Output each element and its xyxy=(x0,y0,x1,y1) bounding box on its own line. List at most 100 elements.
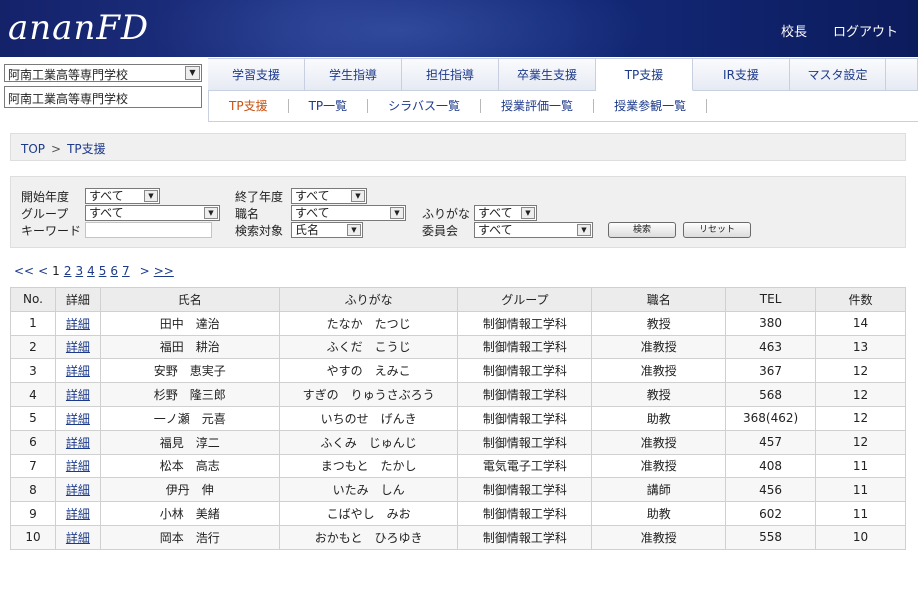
chevron-down-icon: ▼ xyxy=(521,207,535,219)
cell-position: 准教授 xyxy=(591,524,727,550)
cell-detail: 詳細 xyxy=(54,334,101,360)
cell-group: 制御情報工学科 xyxy=(457,334,593,360)
detail-link[interactable]: 詳細 xyxy=(66,340,90,354)
cell-tel: 568 xyxy=(725,382,817,407)
chevron-down-icon: ▼ xyxy=(390,207,404,219)
search-target-label: 検索対象 xyxy=(235,224,284,238)
cell-position: 教授 xyxy=(591,310,727,336)
breadcrumb-top[interactable]: TOP xyxy=(21,142,45,156)
school-select-value: 阿南工業高等専門学校 xyxy=(8,68,129,82)
column-header-count: 件数 xyxy=(815,287,906,312)
group-select[interactable]: すべて ▼ xyxy=(85,205,220,221)
tab-ir-support[interactable]: IR支援 xyxy=(693,59,790,91)
start-year-label: 開始年度 xyxy=(21,190,70,204)
staff-table: No. 詳細 氏名 ふりがな グループ 職名 TEL 件数 1 詳細 田中 達治 たな… xyxy=(10,287,906,550)
committee-select[interactable]: すべて ▼ xyxy=(474,222,593,238)
cell-no: 1 xyxy=(10,310,56,336)
cell-tel: 457 xyxy=(725,429,817,455)
position-select[interactable]: すべて ▼ xyxy=(291,205,406,221)
cell-detail: 詳細 xyxy=(54,524,101,550)
breadcrumb-current[interactable]: TP支援 xyxy=(67,142,106,156)
furigana-label: ふりがな xyxy=(422,207,471,221)
pager-first[interactable]: << xyxy=(14,264,34,278)
cell-tel: 558 xyxy=(725,524,817,550)
pager-page[interactable]: 6 xyxy=(110,264,118,278)
group-label: グループ xyxy=(21,207,69,221)
start-year-select[interactable]: すべて ▼ xyxy=(85,188,160,204)
sub-navigation: TP支援 TP一覧 シラバス一覧 授業評価一覧 授業参観一覧 xyxy=(208,90,918,122)
subnav-syllabus-list[interactable]: シラバス一覧 xyxy=(368,98,482,113)
cell-no: 9 xyxy=(10,501,56,526)
cell-detail: 詳細 xyxy=(54,429,101,455)
header-links: 校長 ログアウト xyxy=(781,21,898,40)
position-value: すべて xyxy=(295,206,330,220)
tab-learning-support[interactable]: 学習支援 xyxy=(208,59,305,91)
detail-link[interactable]: 詳細 xyxy=(66,459,90,473)
cell-tel: 368(462) xyxy=(725,405,817,431)
cell-detail: 詳細 xyxy=(54,477,101,503)
cell-furigana: おかもと ひろゆき xyxy=(278,524,459,550)
cell-name: 伊丹 伸 xyxy=(99,477,280,503)
end-year-select[interactable]: すべて ▼ xyxy=(291,188,367,204)
search-button[interactable]: 検索 xyxy=(608,222,676,238)
detail-link[interactable]: 詳細 xyxy=(66,531,90,545)
search-target-value: 氏名 xyxy=(295,223,320,237)
cell-detail: 詳細 xyxy=(54,310,101,336)
subnav-tp-support[interactable]: TP支援 xyxy=(209,98,289,113)
pager-next[interactable]: > xyxy=(140,264,150,278)
cell-position: 准教授 xyxy=(591,453,727,479)
cell-position: 准教授 xyxy=(591,429,727,455)
cell-name: 小林 美緒 xyxy=(99,501,280,526)
subnav-class-observation-list[interactable]: 授業参観一覧 xyxy=(594,98,708,113)
subnav-tp-list[interactable]: TP一覧 xyxy=(289,98,369,113)
tab-graduate-support[interactable]: 卒業生支援 xyxy=(499,59,596,91)
detail-link[interactable]: 詳細 xyxy=(66,364,90,378)
cell-position: 准教授 xyxy=(591,358,727,384)
cell-count: 11 xyxy=(815,477,906,503)
reset-button[interactable]: リセット xyxy=(683,222,751,238)
cell-tel: 602 xyxy=(725,501,817,526)
user-role-link[interactable]: 校長 xyxy=(781,21,807,40)
subnav-class-evaluation-list[interactable]: 授業評価一覧 xyxy=(481,98,595,113)
pager-page[interactable]: 5 xyxy=(99,264,107,278)
tab-tp-support[interactable]: TP支援 xyxy=(596,59,693,91)
table-row: 3 詳細 安野 恵実子 やすの えみこ 制御情報工学科 准教授 367 12 xyxy=(10,358,906,384)
detail-link[interactable]: 詳細 xyxy=(66,507,90,521)
school-select[interactable]: 阿南工業高等専門学校 ▼ xyxy=(4,64,202,82)
cell-group: 制御情報工学科 xyxy=(457,358,593,384)
logout-link[interactable]: ログアウト xyxy=(833,21,898,40)
table-row: 9 詳細 小林 美緒 こばやし みお 制御情報工学科 助教 602 11 xyxy=(10,501,906,526)
cell-furigana: まつもと たかし xyxy=(278,453,459,479)
pager-page[interactable]: 4 xyxy=(87,264,95,278)
app-logo: ananFD xyxy=(8,8,150,48)
position-label: 職名 xyxy=(235,207,260,221)
keyword-input[interactable] xyxy=(85,222,212,238)
pager-last[interactable]: >> xyxy=(154,264,174,278)
cell-group: 制御情報工学科 xyxy=(457,405,593,431)
pagination: << < 1 2 3 4 5 6 7 > >> xyxy=(14,264,174,278)
detail-link[interactable]: 詳細 xyxy=(66,388,90,402)
main-tabs: 学習支援 学生指導 担任指導 卒業生支援 TP支援 IR支援 マスタ設定 xyxy=(208,58,918,91)
furigana-select[interactable]: すべて ▼ xyxy=(474,205,537,221)
tab-homeroom-guidance[interactable]: 担任指導 xyxy=(402,59,499,91)
cell-name: 一ノ瀬 元喜 xyxy=(99,405,280,431)
detail-link[interactable]: 詳細 xyxy=(66,483,90,497)
school-display: 阿南工業高等専門学校 xyxy=(4,86,202,108)
tab-master-settings[interactable]: マスタ設定 xyxy=(790,59,886,91)
pager-page[interactable]: 3 xyxy=(75,264,83,278)
detail-link[interactable]: 詳細 xyxy=(66,436,90,450)
pager-page[interactable]: 7 xyxy=(122,264,130,278)
cell-no: 6 xyxy=(10,429,56,455)
pager-prev[interactable]: < xyxy=(38,264,48,278)
tab-student-guidance[interactable]: 学生指導 xyxy=(305,59,402,91)
breadcrumb: TOP > TP支援 xyxy=(10,133,906,161)
cell-count: 12 xyxy=(815,358,906,384)
search-target-select[interactable]: 氏名 ▼ xyxy=(291,222,363,238)
table-row: 10 詳細 岡本 浩行 おかもと ひろゆき 制御情報工学科 准教授 558 10 xyxy=(10,524,906,550)
chevron-down-icon: ▼ xyxy=(204,207,218,219)
pager-page[interactable]: 2 xyxy=(64,264,72,278)
cell-group: 電気電子工学科 xyxy=(457,453,593,479)
detail-link[interactable]: 詳細 xyxy=(66,412,90,426)
cell-group: 制御情報工学科 xyxy=(457,429,593,455)
detail-link[interactable]: 詳細 xyxy=(66,317,90,331)
